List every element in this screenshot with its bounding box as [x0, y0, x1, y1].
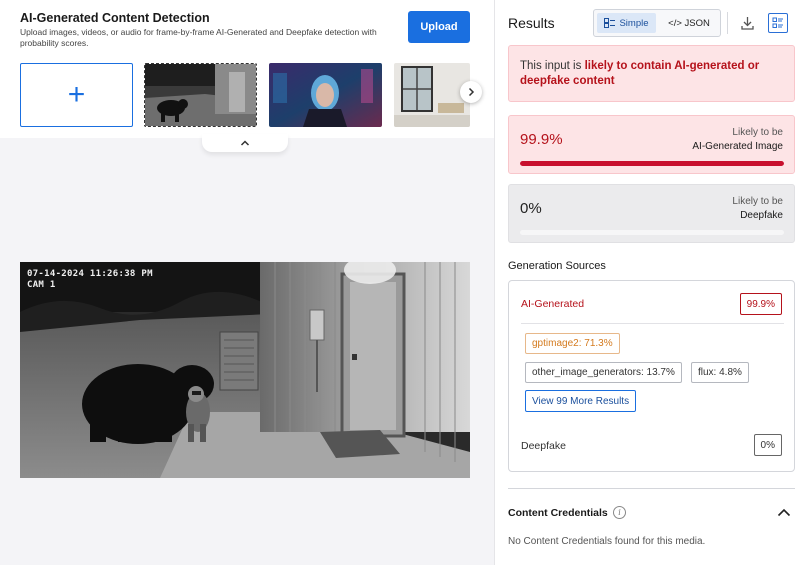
- ai-score-label: AI-Generated Image: [692, 141, 783, 152]
- plus-icon: +: [67, 78, 86, 111]
- chevron-up-icon: [240, 140, 250, 146]
- camera-timestamp: 07-14-2024 11:26:38 PM: [27, 269, 153, 279]
- app-subtitle: Upload images, videos, or audio for fram…: [20, 27, 377, 48]
- deepfake-score-card: 0% Likely to be Deepfake: [508, 184, 795, 243]
- ai-generated-row-label: AI-Generated: [521, 298, 585, 310]
- add-media-button[interactable]: +: [20, 63, 133, 127]
- source-chip-gptimage2: gptimage2: 71.3%: [525, 333, 620, 354]
- credentials-divider: [508, 488, 795, 489]
- ai-score-value: 99.9%: [520, 131, 563, 148]
- results-title: Results: [508, 15, 555, 31]
- thumbnail-bear-selected[interactable]: [144, 63, 257, 127]
- verdict-prefix: This input is: [520, 60, 585, 72]
- sources-divider: [521, 323, 784, 324]
- ai-generated-score-card: 99.9% Likely to be AI-Generated Image: [508, 115, 795, 174]
- view-mode-toggle: Simple </> JSON: [593, 9, 721, 37]
- chevron-up-icon: [777, 508, 791, 516]
- left-panel: AI-Generated Content Detection Upload im…: [0, 0, 494, 565]
- list-icon: [604, 18, 616, 28]
- ai-generated-badge: 99.9%: [739, 293, 782, 315]
- df-score-bar-track: [520, 230, 784, 235]
- thumbnail-interior[interactable]: [394, 63, 470, 127]
- interior-thumbnail-image: [394, 63, 470, 127]
- generation-sources-panel: AI-Generated 99.9% gptimage2: 71.3% othe…: [508, 280, 795, 472]
- source-chip-flux: flux: 4.8%: [691, 362, 749, 383]
- df-score-value: 0%: [520, 200, 542, 217]
- source-chip-other-generators: other_image_generators: 13.7%: [525, 362, 682, 383]
- download-button[interactable]: [738, 13, 756, 33]
- view-more-results-button[interactable]: View 99 More Results: [525, 390, 637, 412]
- security-camera-bear-image: [20, 262, 470, 478]
- bear-thumbnail-image: [145, 64, 256, 126]
- thumbnail-strip: +: [20, 63, 470, 127]
- results-panel: Results Simple </> JSON This input is li…: [494, 0, 805, 565]
- thumbnail-next-button[interactable]: [460, 81, 482, 103]
- ai-score-bar-track: [520, 161, 784, 166]
- verdict-banner: This input is likely to contain AI-gener…: [508, 45, 795, 102]
- deepfake-badge: 0%: [753, 434, 782, 456]
- app-title: AI-Generated Content Detection: [20, 11, 210, 25]
- detailed-view-button[interactable]: [768, 13, 788, 33]
- generation-sources-title: Generation Sources: [508, 260, 606, 272]
- cyber-woman-thumbnail-image: [269, 63, 382, 127]
- collapse-upload-toggle[interactable]: [202, 134, 288, 152]
- collapse-credentials-button[interactable]: [776, 505, 792, 519]
- thumbnail-cyber-woman[interactable]: [269, 63, 382, 127]
- chevron-right-icon: [468, 87, 475, 97]
- detail-list-icon: [772, 17, 783, 28]
- upload-button[interactable]: Upload: [408, 11, 470, 43]
- df-score-caption: Likely to be: [732, 196, 783, 207]
- df-score-label: Deepfake: [740, 210, 783, 221]
- analyzed-image: 07-14-2024 11:26:38 PM CAM 1: [20, 262, 470, 478]
- content-credentials-text: No Content Credentials found for this me…: [508, 536, 706, 547]
- upload-card: AI-Generated Content Detection Upload im…: [0, 0, 494, 138]
- ai-score-bar-fill: [520, 161, 784, 166]
- ai-score-caption: Likely to be: [732, 127, 783, 138]
- json-view-button[interactable]: </> JSON: [660, 13, 718, 33]
- deepfake-row-label: Deepfake: [521, 440, 566, 452]
- download-icon: [740, 17, 754, 30]
- info-icon[interactable]: i: [613, 506, 626, 519]
- toolbar-divider: [727, 12, 728, 34]
- simple-view-label: Simple: [619, 17, 649, 29]
- simple-view-button[interactable]: Simple: [597, 13, 656, 33]
- camera-label: CAM 1: [27, 280, 56, 290]
- content-credentials-title: Content Credentials: [508, 507, 608, 519]
